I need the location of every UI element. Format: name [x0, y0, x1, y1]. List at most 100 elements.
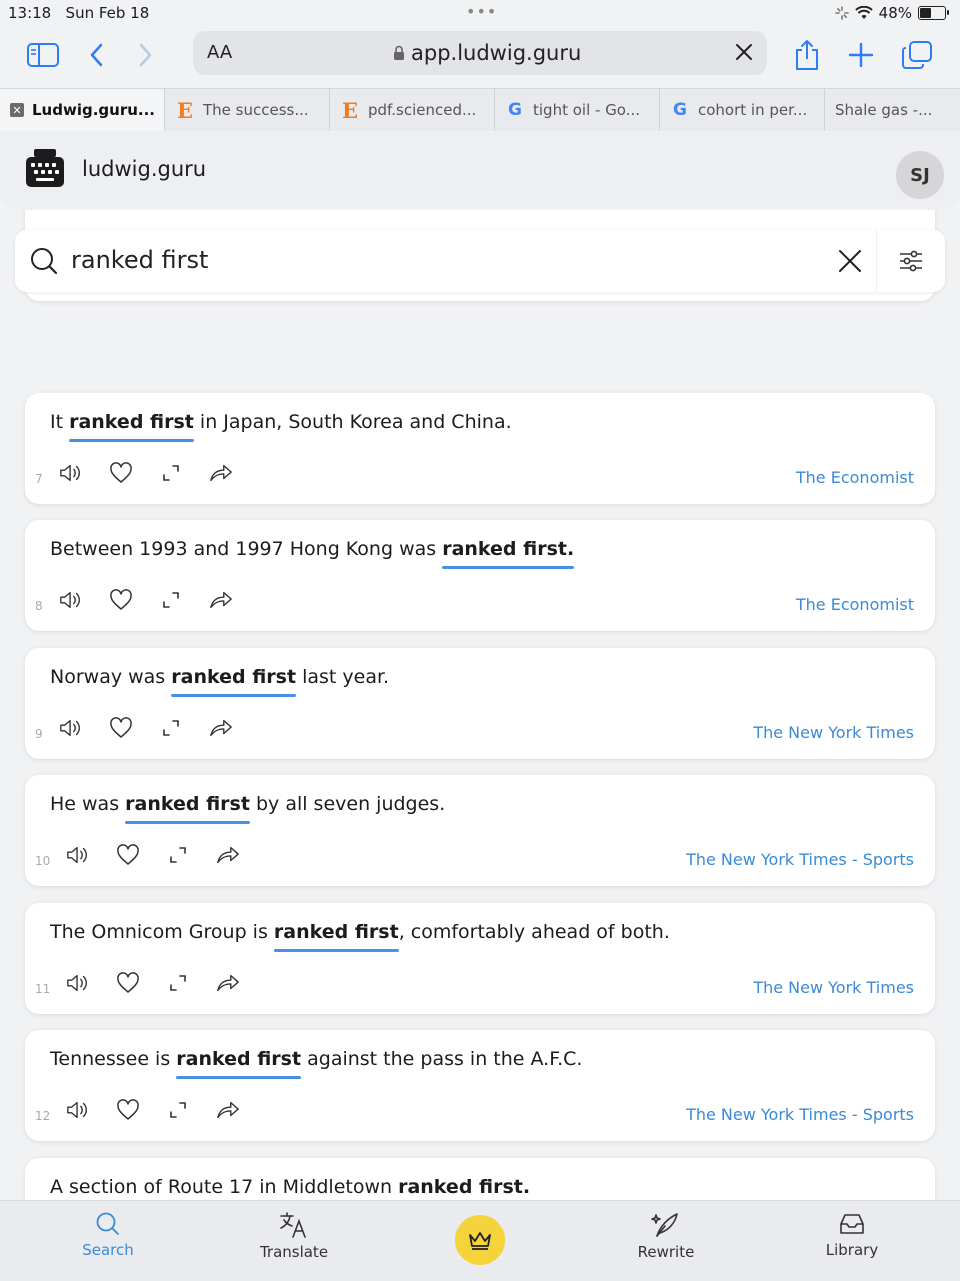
close-tab-icon[interactable]: ✕ — [10, 103, 24, 117]
expand-icon[interactable] — [166, 971, 190, 995]
share-arrow-icon[interactable] — [216, 843, 240, 867]
result-number: 9 — [35, 727, 43, 741]
example-sentence[interactable]: He was ranked first by all seven judges. — [50, 793, 445, 815]
tab-the-success[interactable]: E The success... — [165, 89, 330, 131]
expand-icon[interactable] — [159, 588, 183, 612]
premium-crown-icon[interactable] — [455, 1215, 505, 1265]
example-sentence[interactable]: The Omnicom Group is ranked first, comfo… — [50, 921, 670, 943]
tab-cohort[interactable]: G cohort in per... — [660, 89, 825, 131]
tab-ludwig[interactable]: ✕ Ludwig.guru... — [0, 89, 165, 131]
speaker-icon[interactable] — [66, 843, 90, 867]
source-link[interactable]: The New York Times - Sports — [686, 850, 914, 869]
result-number: 11 — [35, 982, 51, 996]
expand-icon[interactable] — [159, 716, 183, 740]
sidebar-toggle-icon[interactable] — [24, 36, 62, 74]
expand-icon[interactable] — [166, 1098, 190, 1122]
speaker-icon[interactable] — [59, 461, 83, 485]
google-favicon-icon: G — [508, 100, 522, 120]
nav-translate[interactable]: Translate — [234, 1211, 354, 1261]
result-actions — [59, 716, 233, 740]
heart-icon[interactable] — [109, 716, 133, 740]
search-box[interactable]: ranked first — [15, 230, 945, 292]
tab-tight-oil[interactable]: G tight oil - Go... — [495, 89, 660, 131]
sentence-text: in Japan, South Korea and China. — [193, 411, 512, 433]
heart-icon[interactable] — [109, 461, 133, 485]
sentence-text: It — [50, 411, 70, 433]
source-link[interactable]: The New York Times — [753, 723, 914, 742]
site-brand[interactable]: ludwig.guru — [82, 157, 206, 181]
share-arrow-icon[interactable] — [209, 716, 233, 740]
result-card[interactable]: The Omnicom Group is ranked first, comfo… — [25, 903, 935, 1014]
result-card[interactable]: A section of Route 17 in Middletown rank… — [25, 1158, 935, 1200]
nav-label: Translate — [259, 1243, 329, 1261]
tab-label: cohort in per... — [698, 101, 808, 119]
tabs-overview-icon[interactable] — [898, 36, 936, 74]
new-tab-plus-icon[interactable] — [842, 36, 880, 74]
filter-settings-icon[interactable] — [876, 230, 945, 292]
source-link[interactable]: The New York Times - Sports — [686, 1105, 914, 1124]
example-sentence[interactable]: Tennessee is ranked first against the pa… — [50, 1048, 582, 1070]
url-display[interactable]: app.ludwig.guru — [393, 41, 581, 65]
source-link[interactable]: The New York Times — [753, 978, 914, 997]
result-actions — [66, 1098, 240, 1122]
battery-percent: 48% — [878, 4, 912, 22]
result-actions — [59, 588, 233, 612]
result-card[interactable]: Norway was ranked first last year. 9 The N… — [25, 648, 935, 759]
search-input[interactable]: ranked first — [71, 246, 208, 274]
status-time-date: 13:18 Sun Feb 18 — [8, 4, 150, 22]
user-avatar[interactable]: SJ — [896, 151, 944, 199]
tab-label: Ludwig.guru... — [32, 101, 155, 119]
speaker-icon[interactable] — [66, 1098, 90, 1122]
speaker-icon[interactable] — [59, 588, 83, 612]
nav-rewrite[interactable]: Rewrite — [606, 1211, 726, 1261]
search-icon — [96, 1212, 119, 1235]
sentence-text: against the pass in the A.F.C. — [301, 1048, 583, 1070]
share-icon[interactable] — [788, 36, 826, 74]
share-arrow-icon[interactable] — [216, 1098, 240, 1122]
back-arrow-icon[interactable] — [78, 36, 116, 74]
result-actions — [59, 461, 233, 485]
sentence-text: Between 1993 and 1997 Hong Kong was — [50, 538, 443, 560]
tab-label: Shale gas -... — [835, 101, 933, 119]
reader-settings-button[interactable]: AA — [207, 42, 232, 63]
site-header: ludwig.guru SJ — [0, 131, 960, 209]
result-card[interactable]: Between 1993 and 1997 Hong Kong was rank… — [25, 520, 935, 631]
heart-icon[interactable] — [116, 971, 140, 995]
nav-label: Rewrite — [637, 1243, 695, 1261]
nav-search[interactable]: Search — [48, 1211, 168, 1259]
address-bar[interactable]: AA app.ludwig.guru — [193, 31, 767, 75]
tab-shale-gas[interactable]: Shale gas -... — [825, 89, 960, 131]
heart-icon[interactable] — [116, 1098, 140, 1122]
example-sentence[interactable]: A section of Route 17 in Middletown rank… — [50, 1176, 530, 1198]
expand-icon[interactable] — [166, 843, 190, 867]
example-sentence[interactable]: It ranked first in Japan, South Korea an… — [50, 411, 512, 433]
sentence-text: A section of Route 17 in Middletown — [50, 1176, 399, 1198]
clear-search-icon[interactable] — [835, 246, 865, 280]
source-link[interactable]: The Economist — [796, 595, 914, 614]
share-arrow-icon[interactable] — [209, 461, 233, 485]
highlighted-phrase: ranked first — [125, 793, 250, 815]
multitasking-dots-icon[interactable]: ••• — [466, 2, 497, 21]
result-card[interactable]: Tennessee is ranked first against the pa… — [25, 1030, 935, 1141]
speaker-icon[interactable] — [59, 716, 83, 740]
result-card[interactable]: It ranked first in Japan, South Korea an… — [25, 393, 935, 504]
typewriter-logo-icon[interactable] — [24, 147, 66, 193]
speaker-icon[interactable] — [66, 971, 90, 995]
bottom-navigation: Search Translate Rewrite Library — [0, 1200, 960, 1281]
nav-library[interactable]: Library — [792, 1211, 912, 1259]
example-sentence[interactable]: Norway was ranked first last year. — [50, 666, 389, 688]
expand-icon[interactable] — [159, 461, 183, 485]
forward-arrow-icon[interactable] — [126, 36, 164, 74]
source-link[interactable]: The Economist — [796, 468, 914, 487]
tab-sciencedirect[interactable]: E pdf.scienced... — [330, 89, 495, 131]
share-arrow-icon[interactable] — [216, 971, 240, 995]
result-card[interactable]: He was ranked first by all seven judges.… — [25, 775, 935, 886]
share-arrow-icon[interactable] — [209, 588, 233, 612]
nav-label: Search — [82, 1241, 134, 1259]
example-sentence[interactable]: Between 1993 and 1997 Hong Kong was rank… — [50, 538, 574, 560]
heart-icon[interactable] — [116, 843, 140, 867]
result-number: 10 — [35, 854, 51, 868]
clear-url-icon[interactable] — [733, 41, 755, 67]
result-number: 8 — [35, 599, 43, 613]
heart-icon[interactable] — [109, 588, 133, 612]
